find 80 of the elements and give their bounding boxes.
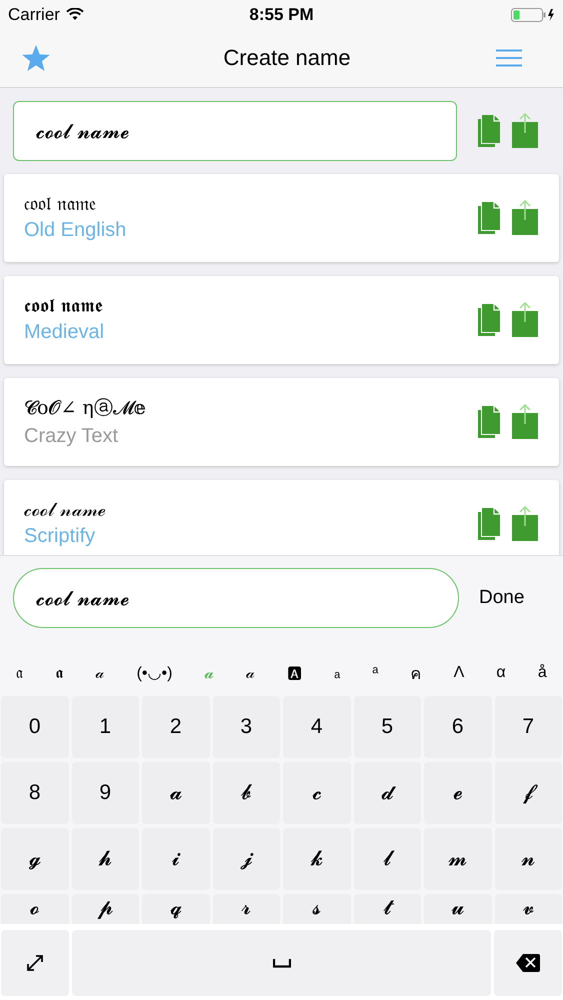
keyboard-key[interactable]: 𝓽 [354, 894, 421, 924]
keyboard-key[interactable]: 𝓫 [212, 762, 280, 824]
screen-title: Create name [223, 45, 351, 72]
keyboard-key[interactable]: 5 [354, 696, 421, 758]
copy-icon[interactable] [477, 114, 501, 148]
expand-icon [26, 954, 44, 972]
font-style-option[interactable]: 🅰 [284, 664, 304, 682]
style-card[interactable]: 𝔠𝔬𝔬𝔩 𝔫𝔞𝔪𝔢 Old English [4, 174, 559, 262]
keyboard-key[interactable]: 1 [72, 696, 139, 758]
keyboard-key[interactable]: 𝓬 [283, 762, 350, 824]
keyboard-key[interactable]: 𝓰 [1, 828, 68, 890]
keyboard-key[interactable]: 3 [212, 696, 280, 758]
keyboard-key[interactable]: 𝓲 [142, 828, 210, 890]
share-icon[interactable] [511, 302, 539, 338]
style-name: Old English [24, 219, 126, 242]
styled-name: 𝔠𝔬𝔬𝔩 𝔫𝔞𝔪𝔢 [24, 193, 98, 216]
keyboard-key[interactable]: 𝓿 [494, 894, 562, 924]
keyboard-key[interactable]: 𝓼 [283, 894, 350, 924]
font-style-option[interactable]: (•◡•) [134, 663, 174, 683]
share-icon[interactable] [511, 404, 539, 440]
keyboard-key[interactable]: 𝓶 [424, 828, 492, 890]
keyboard-key[interactable]: 𝓳 [212, 828, 280, 890]
style-name: Scriptify [24, 525, 96, 548]
copy-icon[interactable] [477, 302, 501, 337]
battery-icon [511, 8, 555, 22]
name-input-field[interactable]: 𝓬𝓸𝓸𝓵 𝓷𝓪𝓶𝓮 [13, 100, 457, 161]
star-icon[interactable] [21, 44, 51, 72]
keyboard-key[interactable]: 𝓸 [1, 894, 68, 924]
font-style-option[interactable]: 𝖆 [53, 664, 66, 682]
font-style-option[interactable]: 𝒶 [93, 664, 106, 682]
keyboard-key[interactable]: 𝓭 [354, 762, 421, 824]
share-icon[interactable] [511, 506, 539, 542]
done-button[interactable]: Done [479, 587, 524, 609]
copy-icon[interactable] [477, 506, 501, 541]
menu-icon[interactable] [495, 49, 523, 68]
keyboard-key[interactable]: 2 [142, 696, 210, 758]
keyboard-key[interactable]: 𝓪 [142, 762, 210, 824]
carrier-label: Carrier [8, 4, 60, 25]
keyboard-key[interactable]: 𝓻 [212, 894, 280, 924]
styled-name: 𝖈𝖔𝖔𝖑 𝖓𝖆𝖒𝖊 [24, 295, 104, 318]
wifi-icon [66, 8, 84, 22]
font-style-option[interactable]: 𝔞 [14, 664, 26, 682]
keyboard-key[interactable]: 8 [1, 762, 68, 824]
keyboard-key[interactable]: 6 [424, 696, 492, 758]
font-style-option[interactable]: Λ [452, 664, 466, 682]
copy-icon[interactable] [477, 200, 501, 235]
font-style-option[interactable]: å [536, 664, 549, 682]
backspace-icon [515, 953, 541, 973]
keyboard-key[interactable]: 𝓱 [72, 828, 139, 890]
keyboard-key[interactable]: 0 [1, 696, 68, 758]
font-style-option[interactable]: ₐ [332, 664, 342, 682]
text-input-field[interactable]: 𝓬𝓸𝓸𝓵 𝓷𝓪𝓶𝓮 [13, 568, 459, 628]
keyboard-key[interactable]: 𝓯 [494, 762, 562, 824]
space-icon [272, 958, 290, 968]
keyboard-key[interactable]: 𝓴 [283, 828, 350, 890]
share-icon[interactable] [511, 200, 539, 236]
style-card[interactable]: 𝓒o𝓞∠ ηⓐ𝓜𝕖 Crazy Text [4, 378, 559, 466]
keyboard-key[interactable]: 𝓷 [494, 828, 562, 890]
keyboard-key[interactable]: 9 [72, 762, 139, 824]
style-card[interactable]: 𝖈𝖔𝖔𝖑 𝖓𝖆𝖒𝖊 Medieval [4, 276, 559, 364]
style-name: Medieval [24, 321, 104, 344]
keyboard-key[interactable]: 7 [494, 696, 562, 758]
font-style-option[interactable]: α [494, 664, 508, 682]
font-style-option[interactable]: 𝒶 [244, 664, 257, 682]
styled-name: 𝓒o𝓞∠ ηⓐ𝓜𝕖 [24, 396, 146, 422]
styled-name: 𝒸ℴℴ𝓁 𝓃𝒶𝓂ℯ [24, 499, 106, 522]
keyboard-key[interactable]: 𝓮 [424, 762, 492, 824]
style-card[interactable]: 𝒸ℴℴ𝓁 𝓃𝒶𝓂ℯ Scriptify [4, 480, 559, 555]
clock-time: 8:55 PM [249, 4, 314, 25]
copy-icon[interactable] [477, 404, 501, 439]
backspace-key[interactable] [494, 930, 562, 996]
share-icon[interactable] [511, 112, 539, 149]
style-name: Crazy Text [24, 425, 120, 448]
font-style-option[interactable]: ค [408, 660, 424, 686]
keyboard-key[interactable]: 𝓹 [72, 894, 139, 924]
font-style-option[interactable]: ᵃ [370, 664, 380, 682]
keyboard-key[interactable]: 𝓺 [142, 894, 210, 924]
keyboard-key[interactable]: 4 [283, 696, 350, 758]
keyboard-key[interactable]: 𝓵 [354, 828, 421, 890]
keyboard-key[interactable]: 𝓾 [424, 894, 492, 924]
